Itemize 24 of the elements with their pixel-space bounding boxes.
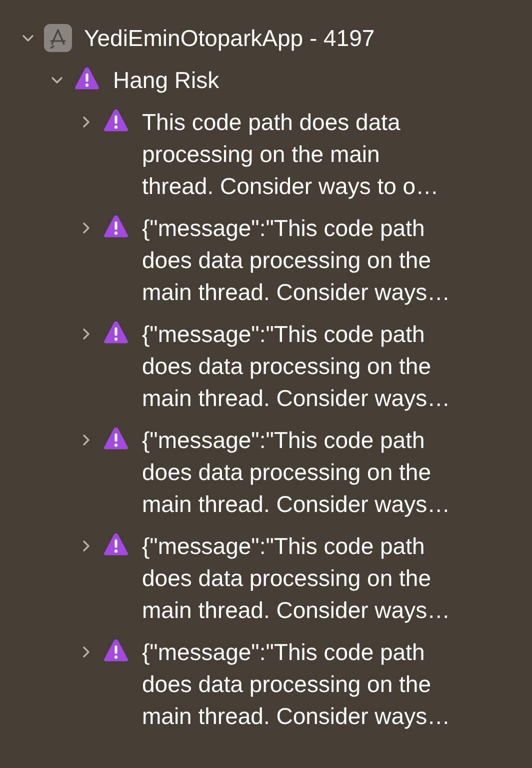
disclosure-chevron-icon[interactable] bbox=[80, 222, 92, 234]
disclosure-chevron-icon[interactable] bbox=[22, 32, 34, 44]
issue-label[interactable]: This code path does data processing on the main thread. Consider ways to o… bbox=[142, 106, 439, 202]
disclosure-chevron-icon[interactable] bbox=[80, 540, 92, 552]
warning-icon bbox=[102, 532, 130, 558]
warning-icon bbox=[102, 638, 130, 664]
disclosure-chevron-icon[interactable] bbox=[80, 646, 92, 658]
warning-icon bbox=[73, 66, 101, 92]
issue-label[interactable]: {"message":"This code path does data processing on the main thread. Consider ways… bbox=[142, 530, 450, 626]
issue-label[interactable]: YediEminOtoparkApp - 4197 bbox=[84, 22, 375, 54]
disclosure-chevron-icon[interactable] bbox=[51, 74, 63, 86]
disclosure-chevron-icon[interactable] bbox=[80, 434, 92, 446]
disclosure-chevron-icon[interactable] bbox=[80, 116, 92, 128]
app-icon bbox=[44, 24, 72, 52]
issue-label[interactable]: {"message":"This code path does data processing on the main thread. Consider ways… bbox=[142, 212, 450, 308]
issue-label[interactable]: {"message":"This code path does data processing on the main thread. Consider ways… bbox=[142, 318, 450, 414]
issue-label[interactable]: Hang Risk bbox=[113, 64, 220, 96]
disclosure-chevron-icon[interactable] bbox=[80, 328, 92, 340]
warning-icon bbox=[102, 108, 130, 134]
warning-icon bbox=[102, 426, 130, 452]
issue-label[interactable]: {"message":"This code path does data processing on the main thread. Consider ways… bbox=[142, 424, 450, 520]
warning-icon bbox=[102, 214, 130, 240]
issue-label[interactable]: {"message":"This code path does data processing on the main thread. Consider ways… bbox=[142, 636, 450, 732]
warning-icon bbox=[102, 320, 130, 346]
